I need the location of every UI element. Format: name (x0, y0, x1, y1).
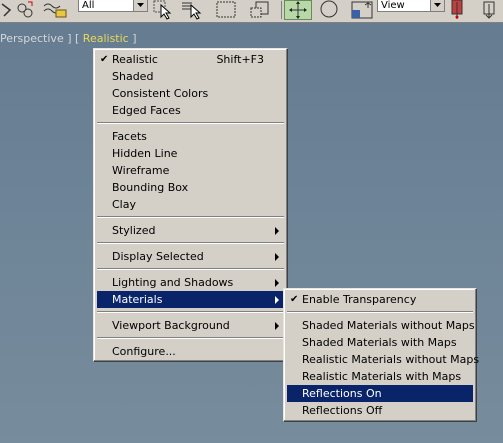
scale-icon[interactable] (350, 0, 376, 20)
menu-item-edged-faces[interactable]: Edged Faces (97, 102, 284, 119)
menu-separator (287, 311, 473, 313)
menu-item-display-selected[interactable]: Display Selected (97, 248, 284, 265)
menu-item-label: Realistic Materials without Maps (302, 353, 480, 366)
bind-icon[interactable] (42, 0, 70, 20)
viewport-shading-label[interactable]: Realistic (83, 32, 129, 45)
viewport-label[interactable]: Perspective ] [ Realistic ] (0, 32, 137, 45)
menu-item-clay[interactable]: Clay (97, 196, 284, 213)
submenu-item-realistic-with-maps[interactable]: Realistic Materials with Maps (287, 368, 473, 385)
chevron-down-icon (430, 0, 444, 11)
menu-item-label: Edged Faces (112, 104, 181, 117)
menu-item-shaded[interactable]: Shaded (97, 68, 284, 85)
link-icon[interactable] (14, 0, 36, 20)
menu-item-hidden-line[interactable]: Hidden Line (97, 145, 284, 162)
menu-item-stylized[interactable]: Stylized (97, 222, 284, 239)
menu-item-viewport-background[interactable]: Viewport Background (97, 317, 284, 334)
menu-item-label: Realistic Materials with Maps (302, 370, 462, 383)
menu-item-label: Hidden Line (112, 147, 178, 160)
menu-item-label: Display Selected (112, 250, 204, 263)
submenu-item-reflections-on[interactable]: Reflections On (287, 385, 473, 402)
submenu-item-realistic-without-maps[interactable]: Realistic Materials without Maps (287, 351, 479, 368)
selection-filter-dropdown[interactable]: All (78, 0, 148, 12)
submenu-arrow-icon (275, 253, 279, 261)
submenu-item-enable-transparency[interactable]: ✔ Enable Transparency (287, 291, 473, 308)
menu-item-facets[interactable]: Facets (97, 128, 284, 145)
snap-icon[interactable] (0, 0, 14, 20)
menu-separator (97, 268, 284, 270)
menu-item-label: Wireframe (112, 164, 170, 177)
menu-separator (97, 242, 284, 244)
menu-item-label: Realistic (112, 53, 158, 66)
menu-item-label: Lighting and Shadows (112, 276, 234, 289)
submenu-arrow-icon (275, 279, 279, 287)
window-crossing-icon[interactable] (248, 0, 276, 20)
menu-item-label: Consistent Colors (112, 87, 209, 100)
pivot-icon[interactable] (448, 0, 476, 20)
menu-item-label: Reflections Off (302, 404, 383, 417)
align-icon[interactable] (478, 0, 503, 20)
menu-separator (97, 216, 284, 218)
viewport-label-close: ] (132, 32, 137, 45)
menu-item-label: Facets (112, 130, 147, 143)
rect-region-icon[interactable] (214, 0, 240, 20)
menu-item-wireframe[interactable]: Wireframe (97, 162, 284, 179)
menu-item-label: Clay (112, 198, 136, 211)
submenu-arrow-icon (275, 322, 279, 330)
checkmark-icon: ✔ (290, 294, 299, 305)
menu-item-configure[interactable]: Configure... (97, 343, 284, 360)
materials-submenu: ✔ Enable Transparency Shaded Materials w… (283, 288, 479, 422)
submenu-item-shaded-with-maps[interactable]: Shaded Materials with Maps (287, 334, 473, 351)
select-object-icon[interactable] (152, 0, 174, 20)
checkmark-icon: ✔ (100, 54, 109, 65)
reference-coord-value: View (381, 0, 405, 11)
main-toolbar: All View (0, 0, 503, 23)
rotate-icon[interactable] (316, 0, 344, 20)
menu-item-label: Stylized (112, 224, 156, 237)
submenu-arrow-icon (275, 227, 279, 235)
menu-item-label: Bounding Box (112, 181, 189, 194)
menu-item-label: Enable Transparency (302, 293, 417, 306)
menu-item-label: Materials (112, 293, 163, 306)
menu-item-label: Reflections On (302, 387, 382, 400)
menu-item-lighting-and-shadows[interactable]: Lighting and Shadows (97, 274, 284, 291)
menu-item-consistent-colors[interactable]: Consistent Colors (97, 85, 284, 102)
menu-item-label: Configure... (112, 345, 176, 358)
menu-separator (97, 311, 284, 313)
submenu-arrow-icon (275, 296, 279, 304)
viewport-name-label[interactable]: Perspective ] [ (0, 32, 79, 45)
menu-item-realistic[interactable]: ✔ Realistic Shift+F3 (97, 51, 284, 68)
menu-item-label: Shaded (112, 70, 154, 83)
menu-item-label: Shaded Materials without Maps (302, 319, 475, 332)
chevron-down-icon (133, 0, 147, 11)
menu-item-bounding-box[interactable]: Bounding Box (97, 179, 284, 196)
submenu-item-reflections-off[interactable]: Reflections Off (287, 402, 473, 419)
move-icon[interactable] (284, 0, 312, 20)
submenu-item-shaded-without-maps[interactable]: Shaded Materials without Maps (287, 317, 475, 334)
menu-item-label: Shaded Materials with Maps (302, 336, 457, 349)
shading-menu: ✔ Realistic Shift+F3 Shaded Consistent C… (93, 48, 288, 362)
menu-separator (97, 337, 284, 339)
reference-coord-dropdown[interactable]: View (377, 0, 445, 12)
select-by-name-icon[interactable] (180, 0, 204, 20)
menu-separator (97, 122, 284, 124)
selection-filter-value: All (82, 0, 95, 11)
menu-item-materials[interactable]: Materials (97, 291, 284, 308)
menu-item-label: Viewport Background (112, 319, 230, 332)
menu-item-shortcut: Shift+F3 (216, 53, 264, 66)
